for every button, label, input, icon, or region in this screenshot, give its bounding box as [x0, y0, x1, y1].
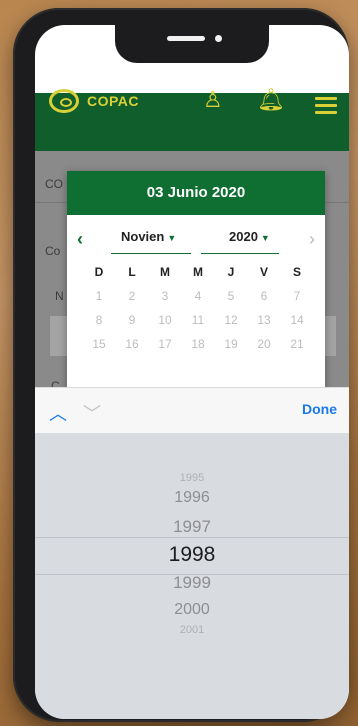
calendar-day[interactable]: 19 [217, 337, 245, 351]
calendar-day[interactable]: 13 [250, 313, 278, 327]
picker-item[interactable]: 2000 [35, 601, 349, 619]
speaker [167, 36, 205, 41]
phone-frame: COPAC ♙ 🔔︎ CO Co N C 03 Junio 2020 ‹ Nov… [13, 8, 349, 722]
picker-item[interactable]: 1997 [35, 517, 349, 537]
datepicker-nav: ‹ Novien ▼ 2020 ▼ › [67, 215, 325, 263]
caret-down-icon: ▼ [260, 233, 270, 243]
calendar-day[interactable]: 5 [217, 289, 245, 303]
calendar-day[interactable]: 16 [118, 337, 146, 351]
weekday-label: M [160, 265, 170, 279]
picker-item[interactable]: 1996 [35, 489, 349, 507]
month-select-value: Novien [121, 229, 165, 244]
keyboard-bottom [35, 655, 349, 719]
keyboard-toolbar: ︿ ﹀ Done [35, 387, 349, 435]
chevron-right-icon[interactable]: › [309, 229, 315, 250]
done-button[interactable]: Done [302, 401, 337, 417]
weekday-label: V [259, 265, 268, 279]
camera [215, 35, 222, 42]
chevron-left-icon[interactable]: ‹ [77, 229, 83, 250]
calendar-day[interactable]: 9 [118, 313, 146, 327]
user-icon[interactable]: ♙ [203, 89, 223, 111]
year-select-value: 2020 [229, 229, 258, 244]
calendar-day[interactable]: 1 [85, 289, 113, 303]
weekday-label: J [227, 265, 235, 279]
phone-screen: COPAC ♙ 🔔︎ CO Co N C 03 Junio 2020 ‹ Nov… [35, 25, 349, 719]
page-label: N [55, 289, 64, 303]
calendar-day[interactable]: 21 [283, 337, 311, 351]
weekday-label: M [193, 265, 203, 279]
picker-item[interactable]: 1995 [35, 472, 349, 484]
year-picker-wheel[interactable]: 1995 1996 1997 1998 1999 2000 2001 [35, 433, 349, 655]
weekday-label: L [128, 265, 136, 279]
menu-icon[interactable] [315, 97, 337, 118]
calendar-day[interactable]: 11 [184, 313, 212, 327]
calendar-day[interactable]: 20 [250, 337, 278, 351]
picker-item-selected[interactable]: 1998 [35, 543, 349, 567]
page-label: Co [45, 244, 61, 258]
calendar-day[interactable]: 3 [151, 289, 179, 303]
app-header: COPAC ♙ 🔔︎ [35, 89, 349, 151]
brand-name: COPAC [87, 93, 140, 109]
datepicker-header: 03 Junio 2020 [67, 171, 325, 215]
calendar-day[interactable]: 6 [250, 289, 278, 303]
copac-logo-icon [49, 89, 79, 113]
notch [115, 25, 269, 63]
picker-item[interactable]: 1999 [35, 573, 349, 593]
chevron-down-icon[interactable]: ﹀ [83, 400, 101, 426]
caret-down-icon: ▼ [167, 233, 177, 243]
calendar-day[interactable]: 8 [85, 313, 113, 327]
page-label: CO [45, 177, 63, 191]
picker-item[interactable]: 2001 [35, 624, 349, 636]
calendar-day[interactable]: 14 [283, 313, 311, 327]
calendar-day[interactable]: 15 [85, 337, 113, 351]
calendar-day[interactable]: 10 [151, 313, 179, 327]
calendar-day[interactable]: 17 [151, 337, 179, 351]
chevron-up-icon[interactable]: ︿ [49, 400, 67, 426]
weekday-label: D [94, 265, 104, 279]
calendar-day[interactable]: 12 [217, 313, 245, 327]
weekday-label: S [292, 265, 301, 279]
month-select[interactable]: Novien ▼ [111, 229, 191, 254]
calendar-day[interactable]: 2 [118, 289, 146, 303]
calendar-day[interactable]: 7 [283, 289, 311, 303]
year-select[interactable]: 2020 ▼ [201, 229, 279, 254]
bell-icon[interactable]: 🔔︎ [257, 89, 285, 111]
calendar-day[interactable]: 4 [184, 289, 212, 303]
calendar-day[interactable]: 18 [184, 337, 212, 351]
